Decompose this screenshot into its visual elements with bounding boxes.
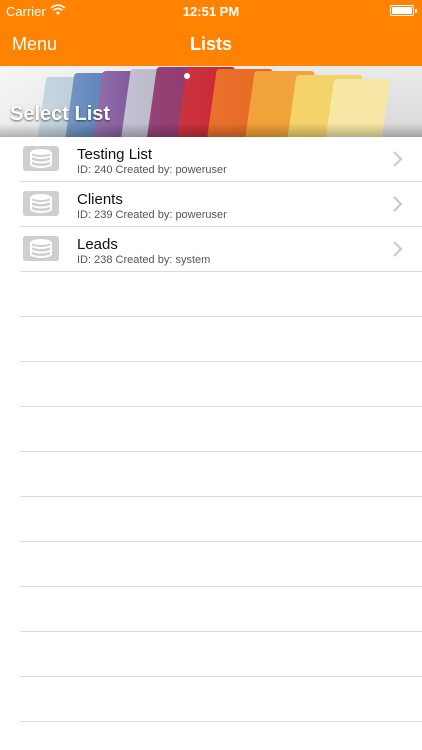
list-item-title: Testing List bbox=[77, 146, 153, 163]
banner-heading: Select List bbox=[10, 103, 111, 125]
chevron-right-icon bbox=[393, 196, 403, 212]
page-title: Lists bbox=[189, 34, 232, 54]
chevron-right-icon bbox=[393, 241, 403, 257]
empty-row bbox=[0, 452, 422, 497]
lists-table: Testing List ID: 240 Created by: powerus… bbox=[0, 137, 422, 722]
list-item[interactable]: Leads ID: 238 Created by: system bbox=[0, 227, 422, 272]
empty-row bbox=[0, 407, 422, 452]
empty-row bbox=[0, 587, 422, 632]
empty-row bbox=[0, 632, 422, 677]
database-icon bbox=[23, 236, 59, 261]
empty-row bbox=[0, 362, 422, 407]
status-bar: Carrier 12:51 PM bbox=[0, 0, 422, 22]
list-item[interactable]: Clients ID: 239 Created by: poweruser bbox=[0, 182, 422, 227]
list-item-subtitle: ID: 238 Created by: system bbox=[77, 254, 211, 266]
empty-row bbox=[0, 497, 422, 542]
top-bar: Carrier 12:51 PM Menu Lists bbox=[0, 0, 422, 66]
database-icon bbox=[23, 146, 59, 171]
list-item-subtitle: ID: 239 Created by: poweruser bbox=[77, 209, 227, 221]
navigation-bar: Menu Lists bbox=[0, 22, 422, 66]
empty-row bbox=[0, 677, 422, 722]
chevron-right-icon bbox=[393, 151, 403, 167]
empty-row bbox=[0, 317, 422, 362]
list-item-title: Clients bbox=[77, 191, 123, 208]
page-indicator-dot bbox=[184, 73, 190, 79]
empty-row bbox=[0, 272, 422, 317]
list-item[interactable]: Testing List ID: 240 Created by: powerus… bbox=[0, 137, 422, 182]
status-time: 12:51 PM bbox=[182, 4, 240, 19]
battery-icon bbox=[390, 5, 417, 16]
list-item-title: Leads bbox=[77, 236, 118, 253]
banner: Select List bbox=[0, 66, 422, 137]
database-icon bbox=[23, 191, 59, 216]
empty-row bbox=[0, 542, 422, 587]
list-item-subtitle: ID: 240 Created by: poweruser bbox=[77, 164, 227, 176]
